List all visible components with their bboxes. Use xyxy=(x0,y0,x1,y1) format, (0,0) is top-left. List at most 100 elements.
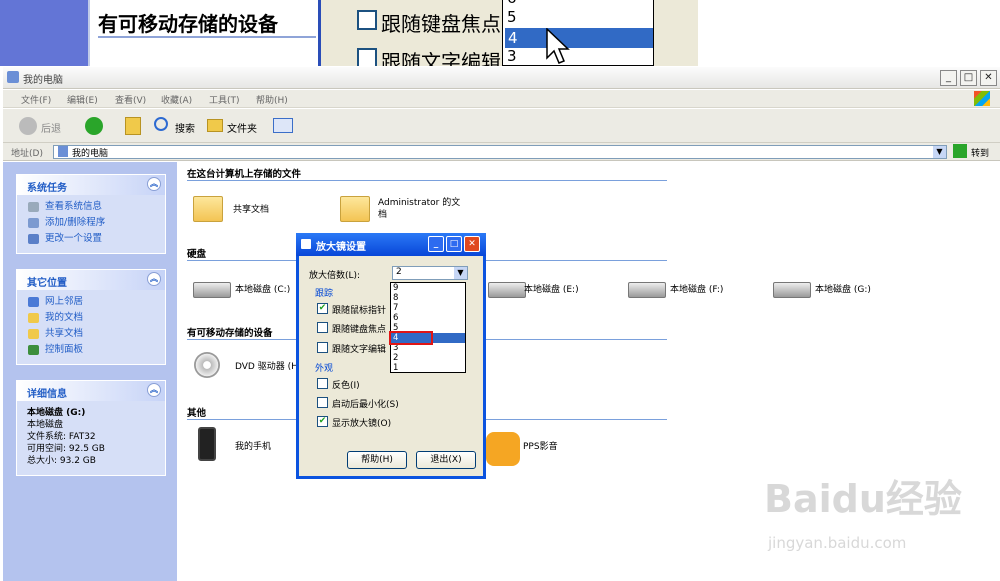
address-bar: 地址(D) 我的电脑 ▼ 转到 xyxy=(3,143,1000,161)
appearance-group-label: 外观 xyxy=(315,364,334,374)
info-icon xyxy=(28,202,39,212)
scale-option[interactable]: 6 xyxy=(393,313,465,323)
menu-favorites[interactable]: 收藏(A) xyxy=(161,93,192,106)
scale-option[interactable]: 1 xyxy=(393,363,465,373)
folder-icon[interactable] xyxy=(193,196,223,222)
up-folder-icon[interactable] xyxy=(125,117,141,135)
hard-drive-icon[interactable] xyxy=(628,282,666,298)
task-change-setting[interactable]: 更改一个设置 xyxy=(17,231,165,247)
pps-label[interactable]: PPS影音 xyxy=(523,440,558,454)
follow-keyboard-checkbox[interactable] xyxy=(317,322,328,333)
folder-icon[interactable] xyxy=(340,196,370,222)
address-input[interactable]: 我的电脑 ▼ xyxy=(53,145,947,159)
scale-select[interactable]: 2 ▼ xyxy=(392,266,468,280)
go-arrow-icon[interactable] xyxy=(953,144,967,158)
place-control-panel[interactable]: 控制面板 xyxy=(17,342,165,358)
menu-bar: 文件(F) 编辑(E) 查看(V) 收藏(A) 工具(T) 帮助(H) xyxy=(3,90,1000,108)
follow-text-checkbox[interactable] xyxy=(317,342,328,353)
mouse-cursor-icon xyxy=(546,28,570,64)
folders-button[interactable]: 文件夹 xyxy=(227,120,257,135)
pps-app-icon[interactable] xyxy=(486,432,520,466)
hard-drive-icon[interactable] xyxy=(773,282,811,298)
drive-f-label[interactable]: 本地磁盘 (F:) xyxy=(670,283,723,297)
drive-g-label[interactable]: 本地磁盘 (G:) xyxy=(815,283,871,297)
magnifier-view: 有可移动存储的设备 跟随键盘焦点 跟随文字编辑 6 5 3 4 xyxy=(0,0,1000,66)
close-button[interactable]: ✕ xyxy=(980,70,997,86)
search-icon[interactable] xyxy=(154,117,168,131)
drive-c-label[interactable]: 本地磁盘 (C:) xyxy=(235,283,290,297)
title-bar[interactable]: 我的电脑 _ □ ✕ xyxy=(3,67,1000,89)
menu-edit[interactable]: 编辑(E) xyxy=(67,93,98,106)
hard-drive-icon[interactable] xyxy=(488,282,526,298)
place-label: 控制面板 xyxy=(45,344,84,355)
chevron-down-icon[interactable]: ▼ xyxy=(454,267,467,279)
zoom-checkbox xyxy=(357,48,377,66)
zoom-option: 跟随键盘焦点 xyxy=(381,12,501,36)
maximize-button[interactable]: □ xyxy=(960,70,977,86)
pane-header[interactable]: 其它位置 ︽ xyxy=(17,270,165,290)
follow-mouse-checkbox[interactable]: ✔ xyxy=(317,303,328,314)
close-button[interactable]: ✕ xyxy=(464,236,480,252)
collapse-icon[interactable]: ︽ xyxy=(147,383,161,397)
dialog-title-bar[interactable]: 放大镜设置 _ □ ✕ xyxy=(296,233,486,256)
dvd-drive-label[interactable]: DVD 驱动器 (H xyxy=(235,360,298,374)
maximize-button[interactable]: □ xyxy=(446,236,462,252)
details-pane: 详细信息 ︽ 本地磁盘 (G:) 本地磁盘 文件系统: FAT32 可用空间: 9… xyxy=(16,380,166,476)
shared-documents-label[interactable]: 共享文档 xyxy=(233,203,269,217)
task-view-system-info[interactable]: 查看系统信息 xyxy=(17,199,165,215)
zoom-selected-item: 4 xyxy=(505,28,653,48)
invert-colors-checkbox[interactable] xyxy=(317,378,328,389)
zoom-sidebar-area xyxy=(0,0,88,66)
dvd-drive-icon[interactable] xyxy=(194,352,220,378)
admin-documents-label-cont[interactable]: 档 xyxy=(378,208,387,222)
follow-keyboard-label[interactable]: 跟随键盘焦点 xyxy=(332,322,386,335)
follow-text-label[interactable]: 跟随文字编辑 xyxy=(332,342,386,355)
menu-view[interactable]: 查看(V) xyxy=(115,93,146,106)
minimize-button[interactable]: _ xyxy=(428,236,444,252)
minimize-button[interactable]: _ xyxy=(940,70,957,86)
place-shared-documents[interactable]: 共享文档 xyxy=(17,326,165,342)
computer-icon xyxy=(7,71,19,83)
folders-icon[interactable] xyxy=(207,119,223,132)
task-sidebar: 系统任务 ︽ 查看系统信息 添加/删除程序 更改一个设置 其它位置 ︽ 网上邻居 我… xyxy=(3,162,177,581)
menu-file[interactable]: 文件(F) xyxy=(21,93,51,106)
follow-mouse-label[interactable]: 跟随鼠标指针 xyxy=(332,303,386,316)
place-network[interactable]: 网上邻居 xyxy=(17,294,165,310)
scale-option[interactable]: 2 xyxy=(393,353,465,363)
phone-label[interactable]: 我的手机 xyxy=(235,440,271,454)
scale-option[interactable]: 9 xyxy=(393,283,465,293)
window-title: 我的电脑 xyxy=(23,75,63,86)
pane-header[interactable]: 系统任务 ︽ xyxy=(17,175,165,195)
drive-e-label[interactable]: 本地磁盘 (E:) xyxy=(524,283,579,297)
back-arrow-icon[interactable] xyxy=(19,117,37,135)
menu-tools[interactable]: 工具(T) xyxy=(209,93,240,106)
back-label[interactable]: 后退 xyxy=(41,120,61,135)
scale-option[interactable]: 8 xyxy=(393,293,465,303)
show-magnifier-label[interactable]: 显示放大镜(O) xyxy=(332,416,391,429)
invert-colors-label[interactable]: 反色(I) xyxy=(332,378,360,391)
search-button[interactable]: 搜索 xyxy=(175,120,195,135)
help-button[interactable]: 帮助(H) xyxy=(347,451,407,469)
chevron-down-icon[interactable]: ▼ xyxy=(933,146,946,158)
scale-dropdown-list: 9 8 7 6 5 3 2 1 xyxy=(390,282,466,373)
start-minimized-checkbox[interactable] xyxy=(317,397,328,408)
detail-name: 本地磁盘 (G:) xyxy=(27,408,86,418)
phone-icon[interactable] xyxy=(198,427,216,461)
hard-drive-icon[interactable] xyxy=(193,282,231,298)
go-button[interactable]: 转到 xyxy=(971,146,989,159)
show-magnifier-checkbox[interactable]: ✔ xyxy=(317,416,328,427)
task-add-remove-programs[interactable]: 添加/删除程序 xyxy=(17,215,165,231)
admin-documents-label[interactable]: Administrator 的文 xyxy=(378,196,460,210)
menu-help[interactable]: 帮助(H) xyxy=(256,93,288,106)
forward-arrow-icon[interactable] xyxy=(85,117,103,135)
collapse-icon[interactable]: ︽ xyxy=(147,177,161,191)
scale-value: 2 xyxy=(396,267,402,277)
exit-button[interactable]: 退出(X) xyxy=(416,451,476,469)
views-icon[interactable] xyxy=(273,118,293,133)
place-my-documents[interactable]: 我的文档 xyxy=(17,310,165,326)
start-minimized-label[interactable]: 启动后最小化(S) xyxy=(332,397,399,410)
pane-header[interactable]: 详细信息 ︽ xyxy=(17,381,165,401)
scale-option[interactable]: 7 xyxy=(393,303,465,313)
collapse-icon[interactable]: ︽ xyxy=(147,272,161,286)
dialog-title: 放大镜设置 xyxy=(316,242,366,253)
